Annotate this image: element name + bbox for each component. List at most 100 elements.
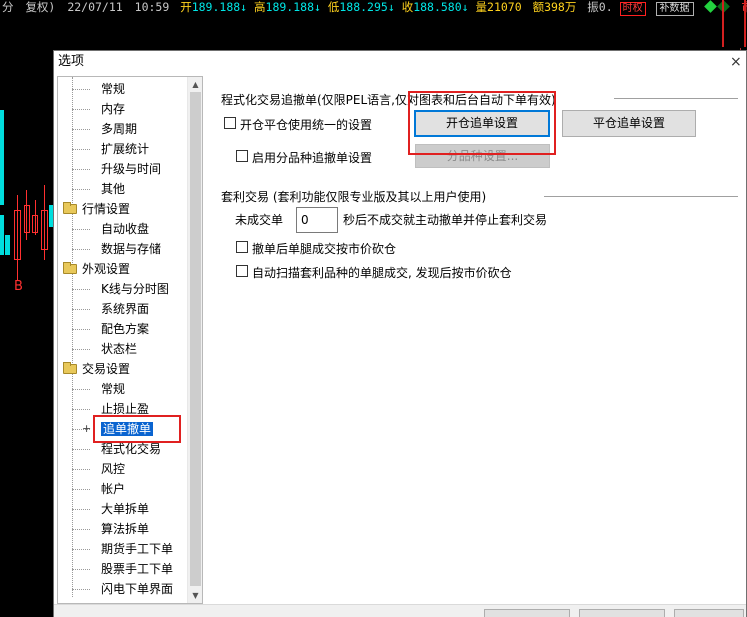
tree-item[interactable]: 风控 bbox=[58, 459, 125, 479]
volume-label: 量 bbox=[475, 0, 488, 14]
tree-item-label: 升级与时间 bbox=[101, 162, 162, 176]
tree-item-label: 状态栏 bbox=[101, 342, 138, 356]
tree-connector bbox=[72, 449, 90, 450]
tree-item-label: 股票手工下单 bbox=[101, 562, 174, 576]
folder-icon bbox=[63, 362, 77, 374]
tree-item-label: 程式化交易 bbox=[101, 442, 162, 456]
low-label: 低 bbox=[327, 0, 340, 14]
candle bbox=[0, 215, 4, 255]
tree-connector bbox=[72, 469, 90, 470]
tree-item[interactable]: 常规 bbox=[58, 379, 125, 399]
candle bbox=[32, 215, 38, 233]
open-value: 189.188↓ bbox=[191, 0, 248, 14]
scroll-thumb[interactable] bbox=[190, 92, 201, 586]
tree-item-label: 系统界面 bbox=[101, 302, 150, 316]
low-value: 188.295↓ bbox=[339, 0, 395, 14]
tree-group[interactable]: 外观设置 bbox=[58, 259, 130, 279]
tree-item[interactable]: 数据与存储 bbox=[58, 239, 161, 259]
variety-settings-label: 启用分品种追撤单设置 bbox=[252, 151, 373, 165]
tree-item-label: 外观设置 bbox=[82, 262, 131, 276]
unfilled-suffix-label: 秒后不成交就主动撤单并停止套利交易 bbox=[343, 213, 548, 227]
tree-connector bbox=[72, 229, 90, 230]
volume-value: 21070 bbox=[487, 0, 522, 14]
arb-section-rule bbox=[544, 196, 738, 197]
date-text: 22/07/11 bbox=[67, 0, 123, 14]
tree-connector bbox=[72, 109, 90, 110]
tree-connector bbox=[72, 249, 90, 250]
candle bbox=[14, 210, 21, 260]
period-text: 分 bbox=[2, 0, 14, 14]
tree-item-label: 大单拆单 bbox=[101, 502, 150, 516]
candle bbox=[24, 205, 30, 233]
tree-item-label: K线与分时图 bbox=[101, 282, 169, 296]
tree-item[interactable]: 闪电下单界面 bbox=[58, 579, 173, 599]
tree-item[interactable]: 升级与时间 bbox=[58, 159, 161, 179]
close-label: 收 bbox=[401, 0, 414, 14]
amount-value: 398万 bbox=[544, 0, 577, 14]
options-tree[interactable]: 常规 内存 多周期 扩展统计 升级与时间 其他 行情设置 自动收盘 数据与存储 外观设置 K线与分时… bbox=[57, 76, 203, 604]
tree-item[interactable]: 状态栏 bbox=[58, 339, 137, 359]
tree-item-label: 扩展统计 bbox=[101, 142, 150, 156]
tree-item[interactable]: 多周期 bbox=[58, 119, 137, 139]
tree-item[interactable]: 算法拆单 bbox=[58, 519, 149, 539]
tree-item-label: 多周期 bbox=[101, 122, 138, 136]
tree-item-label: 常规 bbox=[101, 82, 126, 96]
tree-group[interactable]: 行情设置 bbox=[58, 199, 130, 219]
cancel-leg-checkbox[interactable] bbox=[236, 241, 248, 253]
apply-button[interactable] bbox=[674, 609, 744, 617]
tree-item[interactable]: 扩展统计 bbox=[58, 139, 149, 159]
tree-connector bbox=[72, 389, 90, 390]
green-diamond-icon bbox=[704, 0, 718, 13]
candle bbox=[5, 235, 10, 255]
tree-item[interactable]: 自动收盘 bbox=[58, 219, 149, 239]
tree-item-label: 止损止盈 bbox=[101, 402, 150, 416]
close-value: 188.580↓ bbox=[413, 0, 469, 14]
tree-item-label: 数据与存储 bbox=[101, 242, 162, 256]
highlight-box-buttons bbox=[408, 91, 556, 155]
tree-group[interactable]: 交易设置 bbox=[58, 359, 130, 379]
auto-scan-checkbox[interactable] bbox=[236, 265, 248, 277]
unfilled-seconds-input[interactable]: 0 bbox=[296, 207, 338, 233]
tree-item-label: 常规 bbox=[101, 382, 126, 396]
tree-connector bbox=[72, 409, 90, 410]
tree-scrollbar[interactable]: ▲ ▼ bbox=[187, 77, 202, 603]
tree-item-label: 其他 bbox=[101, 182, 126, 196]
candle bbox=[41, 210, 48, 250]
tree-connector bbox=[72, 189, 90, 190]
tree-connector bbox=[72, 149, 90, 150]
open-label: 开 bbox=[180, 0, 192, 14]
tree-connector bbox=[72, 569, 90, 570]
expand-icon[interactable]: + bbox=[82, 419, 91, 439]
tree-item[interactable]: 大单拆单 bbox=[58, 499, 149, 519]
tree-item[interactable]: 常规 bbox=[58, 79, 125, 99]
tree-item[interactable]: 程式化交易 bbox=[58, 439, 161, 459]
close-chase-settings-button[interactable]: 平仓追单设置 bbox=[562, 110, 696, 137]
folder-icon bbox=[63, 202, 77, 214]
quote-ticker-bar: 分 复权) 22/07/11 10:59 开189.188↓ 高189.188↓… bbox=[0, 0, 747, 17]
tree-item[interactable]: 系统界面 bbox=[58, 299, 149, 319]
cancel-button[interactable] bbox=[579, 609, 665, 617]
ok-button[interactable] bbox=[484, 609, 570, 617]
tree-item[interactable]: 内存 bbox=[58, 99, 125, 119]
tree-item[interactable]: 股票手工下单 bbox=[58, 559, 173, 579]
tree-item-label: 交易设置 bbox=[82, 362, 131, 376]
tree-item[interactable]: 配色方案 bbox=[58, 319, 149, 339]
tree-item[interactable]: 帐户 bbox=[58, 479, 125, 499]
amplitude-label: 振0. bbox=[587, 0, 613, 14]
chart-marker-line-2 bbox=[744, 0, 746, 47]
tree-item[interactable]: K线与分时图 bbox=[58, 279, 169, 299]
tree-connector bbox=[72, 329, 90, 330]
scroll-up-icon[interactable]: ▲ bbox=[188, 77, 202, 92]
tree-connector bbox=[72, 549, 90, 550]
tree-connector bbox=[72, 169, 90, 170]
tree-connector bbox=[72, 489, 90, 490]
unified-settings-checkbox[interactable] bbox=[224, 117, 236, 129]
variety-settings-checkbox[interactable] bbox=[236, 150, 248, 162]
tree-item[interactable]: 其他 bbox=[58, 179, 125, 199]
close-icon[interactable]: × bbox=[730, 51, 744, 73]
chart-marker-line bbox=[722, 0, 724, 47]
scroll-down-icon[interactable]: ▼ bbox=[188, 588, 202, 603]
tree-item[interactable]: 期货手工下单 bbox=[58, 539, 173, 559]
status-box-1[interactable]: 时权 bbox=[619, 2, 646, 16]
status-box-2[interactable]: 补数据 bbox=[655, 2, 694, 16]
